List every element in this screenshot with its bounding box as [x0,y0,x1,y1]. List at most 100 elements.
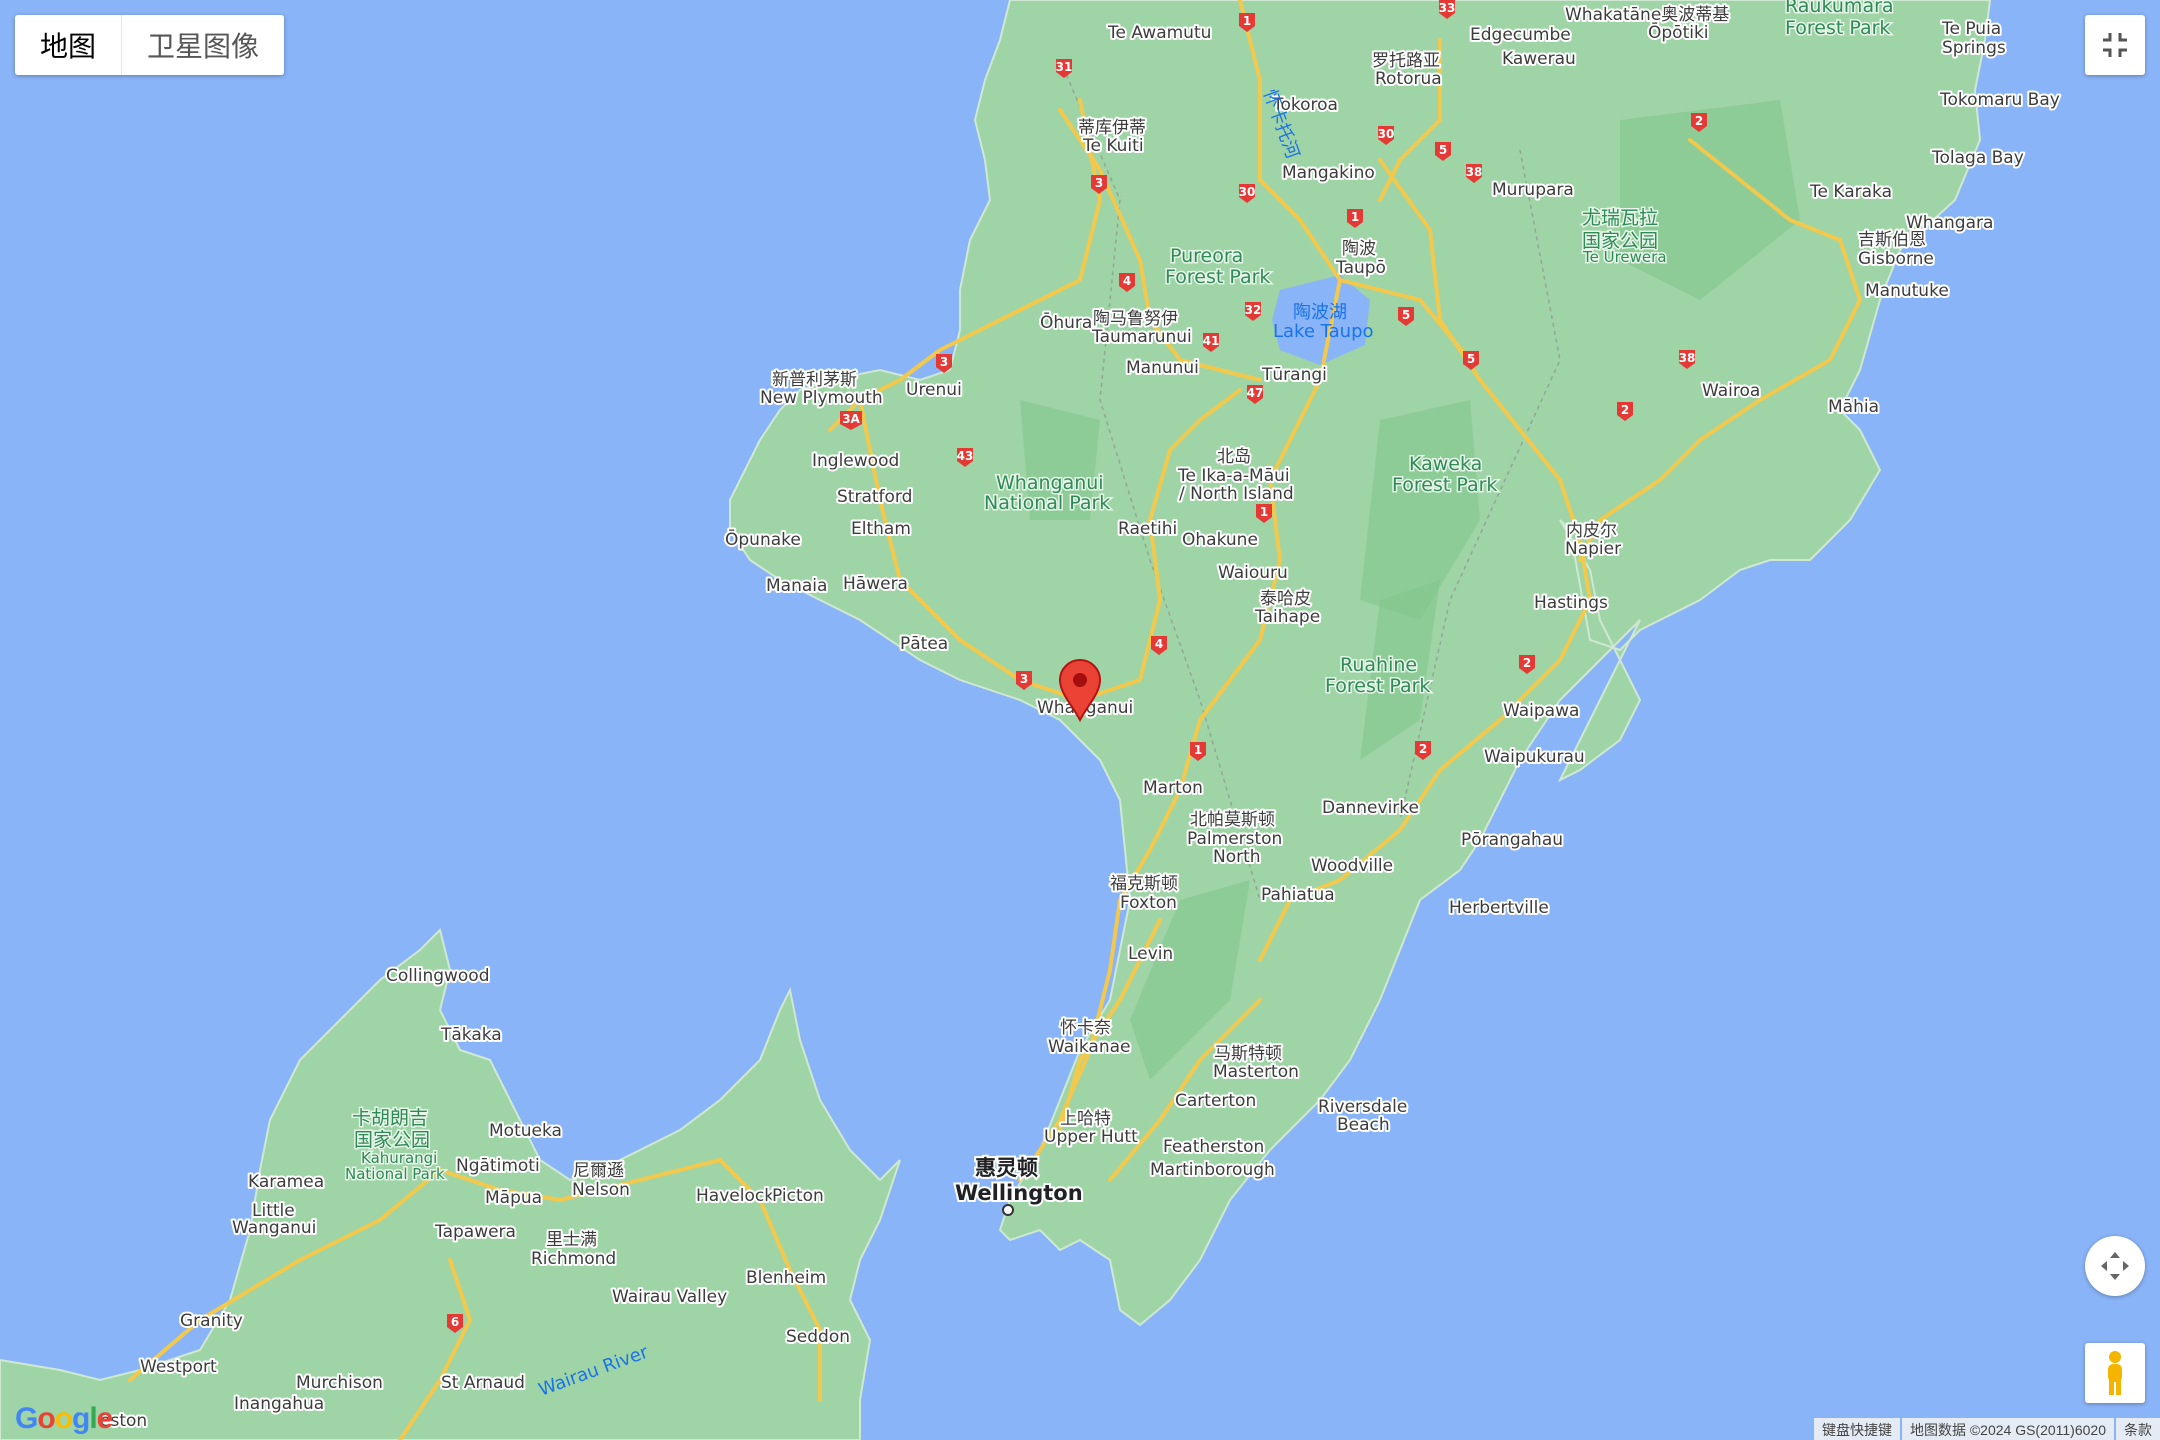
label-taumarunui: Taumarunui [1091,327,1192,347]
label-north-island: Te Ika-a-Māui [1177,466,1290,486]
label-manutuke: Manutuke [1865,281,1949,301]
road-shield-31: 31 [1056,60,1073,74]
label-mangakino: Mangakino [1282,163,1375,183]
map-data-attribution: 地图数据 ©2024 GS(2011)6020 [1901,1418,2114,1440]
label-pureora: Pureora [1170,245,1243,267]
label-westport: Westport [140,1357,217,1377]
label-waipawa: Waipawa [1503,701,1579,721]
label-pureora-park: Forest Park [1165,266,1270,288]
label-motueka: Motueka [489,1121,562,1141]
road-shield-3: 3 [940,355,948,369]
road-shield-2: 2 [1419,742,1427,756]
label-manunui: Manunui [1126,358,1199,378]
label-masterton-cn: 马斯特顿 [1214,1044,1282,1064]
label-granity: Granity [180,1311,243,1331]
label-marton: Marton [1143,778,1203,798]
camera-control-icon [2101,1252,2129,1280]
label-kahurangi-cn2: 国家公园 [354,1129,430,1151]
label-gisborne-cn: 吉斯伯恩 [1858,230,1926,250]
label-new-plymouth: New Plymouth [760,388,883,408]
label-porangahau: Pōrangahau [1461,830,1563,850]
map-type-control: 地图 卫星图像 [15,15,285,75]
label-palmerston-north2: North [1213,847,1261,867]
label-urenui: Urenui [906,380,962,400]
label-blenheim: Blenheim [746,1268,826,1288]
road-shield-2: 2 [1523,656,1531,670]
label-waikanae-cn: 怀卡奈 [1060,1018,1111,1038]
label-masterton: Masterton [1213,1062,1299,1082]
label-raukumara-park: Forest Park [1785,17,1890,39]
keyboard-shortcuts-link[interactable]: 键盘快捷键 [1813,1418,1900,1440]
road-shield-4: 4 [1155,637,1163,651]
label-woodville: Woodville [1311,856,1393,876]
label-pahiatua: Pahiatua [1261,885,1335,905]
road-shield-47: 47 [1247,386,1264,400]
road-shield-1: 1 [1194,743,1202,757]
google-logo[interactable]: Google [15,1402,113,1436]
label-foxton-cn: 福克斯顿 [1110,874,1178,894]
label-nelson: Nelson [572,1180,630,1200]
fullscreen-button[interactable] [2085,15,2145,75]
label-te-karaka: Te Karaka [1809,182,1892,202]
label-richmond: Richmond [531,1249,616,1269]
label-riversdale-beach: Beach [1337,1115,1390,1135]
label-ruahine: Ruahine [1340,654,1417,676]
label-palmerston-north-cn: 北帕莫斯顿 [1190,810,1275,830]
road-shield-3: 3 [1020,672,1028,686]
label-herbertville: Herbertville [1449,898,1549,918]
road-shield-5: 5 [1402,308,1410,322]
label-foxton: Foxton [1120,893,1177,913]
label-tekuiti-cn: 蒂库伊蒂 [1078,118,1146,138]
label-inglewood: Inglewood [812,451,899,471]
label-waipukurau: Waipukurau [1484,747,1585,767]
label-lake-taupo-cn: 陶波湖 [1293,302,1347,323]
label-seddon: Seddon [786,1327,850,1347]
map-canvas[interactable]: 1 33 31 30 5 38 2 3 30 1 4 32 5 41 47 3 … [0,0,2160,1440]
label-lake-taupo: Lake Taupo [1273,321,1374,342]
label-dannevirke: Dannevirke [1322,798,1419,818]
label-palmerston-north: Palmerston [1187,829,1282,849]
label-opunake: Ōpunake [725,528,801,550]
map-type-satellite-button[interactable]: 卫星图像 [122,15,285,75]
map-footer: 键盘快捷键 地图数据 ©2024 GS(2011)6020 条款 [1812,1418,2160,1440]
label-karamea: Karamea [248,1172,324,1192]
label-north-island-cn: 北岛 [1217,447,1251,467]
label-napier: Napier [1565,539,1621,559]
label-takaka: Tākaka [440,1025,502,1045]
label-tapawera: Tapawera [434,1222,516,1242]
terms-link[interactable]: 条款 [2116,1418,2160,1440]
label-raetihi: Raetihi [1118,519,1177,539]
road-shield-30: 30 [1378,127,1395,141]
label-martinborough: Martinborough [1150,1160,1275,1180]
label-wairoa: Wairoa [1702,381,1760,401]
label-mapua: Māpua [485,1188,542,1208]
label-riversdale: Riversdale [1318,1097,1407,1117]
label-taihape: Taihape [1254,607,1320,627]
label-ohakune: Ohakune [1182,530,1258,550]
label-picton: Picton [772,1186,824,1206]
street-view-pegman-button[interactable] [2085,1343,2145,1403]
label-turangi: Tūrangi [1261,365,1327,385]
label-urewera: Te Urewera [1582,248,1667,266]
label-taupo: Taupō [1335,258,1386,278]
road-shield-4: 4 [1123,274,1131,288]
label-opotiki: Ōpōtiki [1648,21,1709,43]
label-murupara: Murupara [1492,180,1574,200]
label-kahurangi-cn: 卡胡朗吉 [352,1107,428,1129]
label-nelson-cn: 尼爾遜 [573,1161,624,1181]
camera-control-button[interactable] [2085,1236,2145,1296]
label-ohura: Ōhura [1040,311,1092,333]
label-inangahua: Inangahua [234,1394,324,1414]
label-waikanae: Waikanae [1048,1037,1130,1057]
map-type-map-button[interactable]: 地图 [15,15,123,75]
label-north-island2: / North Island [1179,484,1294,504]
label-upper-hutt-cn: 上哈特 [1060,1109,1111,1129]
label-eltham: Eltham [851,519,911,539]
pegman-icon [2108,1351,2122,1395]
label-featherston: Featherston [1163,1137,1264,1157]
label-whakatane: Whakatāne奥波蒂基 [1565,5,1729,25]
label-havelock: Havelock [696,1186,774,1206]
label-ngatimoti: Ngātimoti [456,1156,540,1176]
road-shield-1: 1 [1351,210,1359,224]
label-richmond-cn: 里士满 [546,1230,597,1250]
